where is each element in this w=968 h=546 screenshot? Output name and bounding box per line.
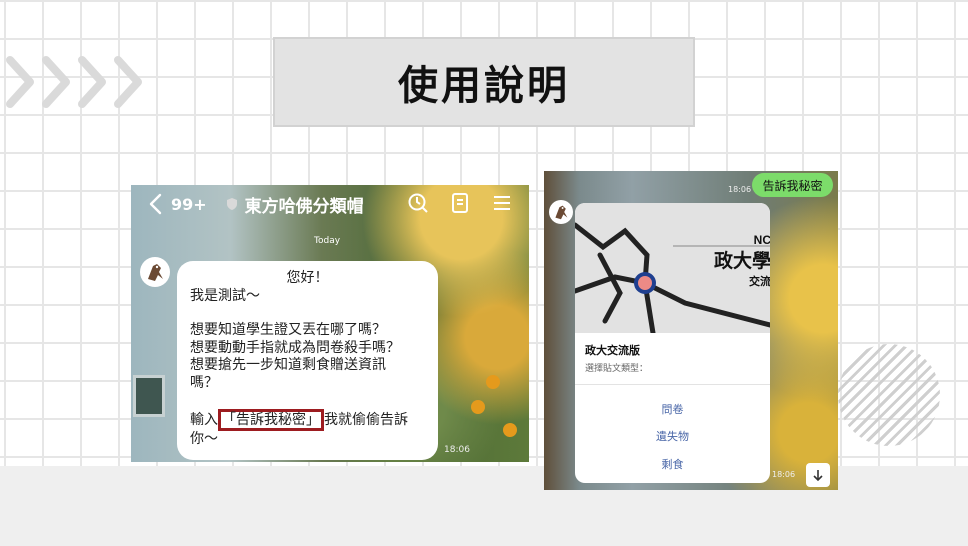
sent-timestamp: 18:06 [728, 185, 752, 194]
owl-logo-icon [148, 264, 163, 281]
message-line: 你～ [190, 431, 218, 447]
map-label: NC [754, 233, 770, 247]
decorative-hatch-circle [838, 344, 940, 446]
message-prefix: 輸入 [190, 412, 218, 428]
message-bubble: 您好！ 我是測試～ 想要知道學生證又丟在哪了嗎？ 想要動動手指就成為問卷殺手嗎？… [177, 261, 438, 460]
message-line: 想要動動手指就成為問卷殺手嗎？ [190, 339, 400, 356]
option-survey-button[interactable]: 問卷 [575, 401, 770, 417]
notes-icon[interactable] [449, 192, 471, 214]
unread-badge: 99+ [171, 194, 207, 214]
message-line: 嗎？ [190, 374, 218, 391]
owl-logo-icon [555, 205, 568, 220]
card-title: 政大交流版 [585, 344, 640, 357]
shield-icon [226, 198, 237, 210]
map-image: NC 政大學 交流 [575, 203, 770, 333]
divider [575, 384, 770, 385]
header-actions [407, 192, 513, 214]
card-timestamp: 18:06 [772, 470, 796, 479]
message-suffix: 我就偷偷告訴 [324, 412, 408, 428]
background-orange [503, 423, 517, 437]
clock-icon[interactable] [407, 192, 429, 214]
highlighted-keyword: 「告訴我秘密」 [218, 409, 324, 431]
map-label: 政大學 [714, 249, 770, 272]
chat-header: 99+ 東方哈佛分類帽 [131, 185, 529, 223]
decorative-chevrons [6, 56, 142, 108]
background-door [133, 375, 165, 417]
chat-name: 東方哈佛分類帽 [244, 196, 364, 217]
page-title: 使用說明 [398, 63, 570, 109]
option-lost-item-button[interactable]: 遺失物 [575, 428, 770, 444]
message-line: 輸入 「告訴我秘密」 我就偷偷告訴 [190, 409, 425, 431]
message-timestamp: 18:06 [444, 445, 470, 455]
message-line: 我是測試～ [190, 287, 260, 304]
chevron-left-icon[interactable] [145, 192, 169, 216]
message-line: 您好！ [286, 270, 329, 286]
title-box: 使用說明 [273, 37, 695, 127]
scroll-down-button[interactable] [806, 463, 830, 487]
sent-message-bubble: 告訴我秘密 [752, 173, 833, 197]
map-label: 交流 [749, 274, 770, 288]
avatar[interactable] [549, 200, 573, 224]
card-subtitle: 選擇貼文類型： [585, 364, 649, 374]
background-orange [486, 375, 500, 389]
option-leftover-food-button[interactable]: 剩食 [575, 456, 770, 472]
arrow-down-icon [813, 470, 823, 482]
message-line: 想要知道學生證又丟在哪了嗎？ [190, 322, 386, 338]
flex-message-card: NC 政大學 交流 政大交流版 選擇貼文類型： 問卷 遺失物 剩食 [575, 203, 770, 483]
date-separator: Today [314, 236, 341, 246]
chat-screenshot-right: 18:06 告訴我秘密 NC 政大學 交流 政大交流版 選擇貼文類型： 問卷 遺… [544, 171, 838, 490]
avatar[interactable] [140, 257, 170, 287]
message-line: 想要搶先一步知道剩食贈送資訊 [190, 357, 386, 373]
menu-icon[interactable] [491, 192, 513, 214]
background-orange [471, 400, 485, 414]
chat-screenshot-left: 99+ 東方哈佛分類帽 Today 您好！ 我是測試～ 想要知道學生證又丟在哪了… [131, 185, 529, 462]
